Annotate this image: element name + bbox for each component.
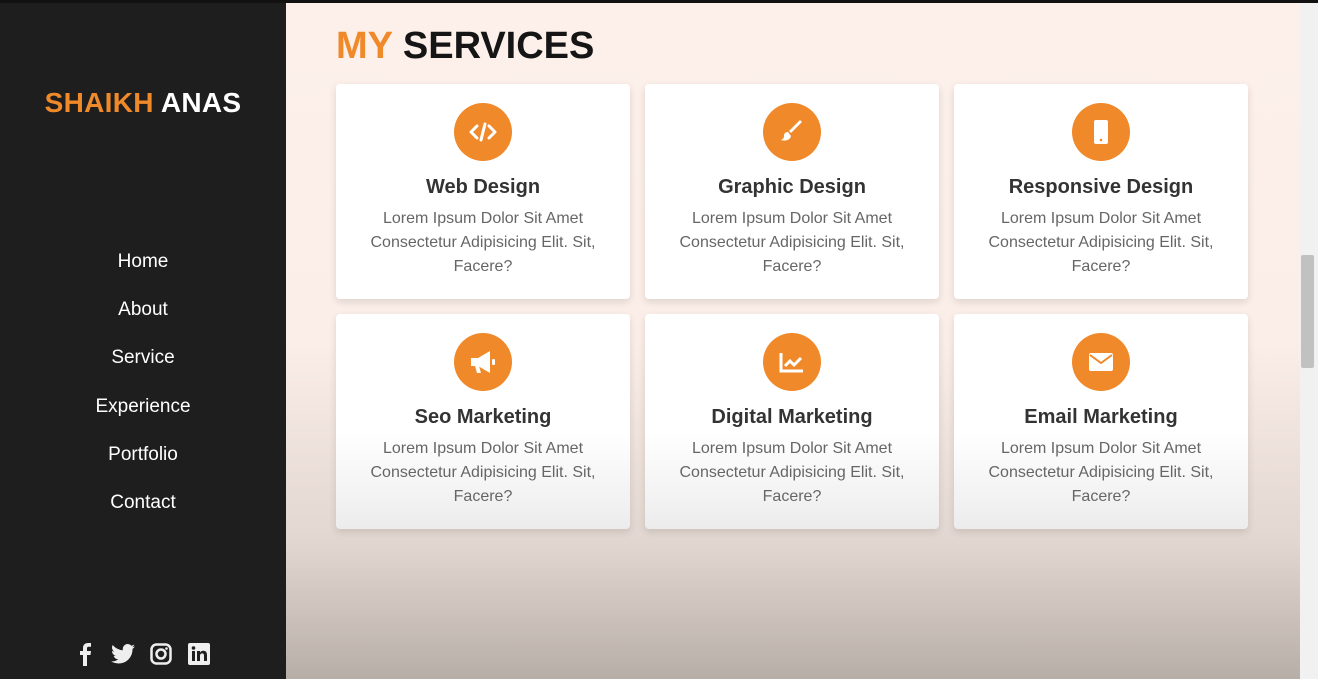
chart-icon	[763, 333, 821, 391]
service-title: Seo Marketing	[414, 406, 552, 428]
megaphone-icon	[454, 333, 512, 391]
scrollbar[interactable]	[1300, 3, 1318, 679]
nav-menu: Home About Service Experience Portfolio …	[0, 249, 286, 538]
service-card: Email Marketing Lorem Ipsum Dolor Sit Ame…	[954, 314, 1248, 529]
social-links	[72, 641, 212, 667]
nav-contact[interactable]: Contact	[0, 490, 286, 538]
services-grid: Web Design Lorem Ipsum Dolor Sit Amet Con…	[336, 84, 1248, 529]
instagram-icon[interactable]	[148, 641, 174, 667]
nav-service[interactable]: Service	[0, 345, 286, 393]
mobile-icon	[1072, 103, 1130, 161]
sidebar: SHAIKH ANAS Home About Service Experienc…	[0, 3, 286, 679]
nav-experience[interactable]: Experience	[0, 394, 286, 442]
service-text: Lorem Ipsum Dolor Sit Amet Consectetur A…	[679, 210, 905, 275]
nav-about[interactable]: About	[0, 297, 286, 345]
service-card: Seo Marketing Lorem Ipsum Dolor Sit Amet …	[336, 314, 630, 529]
service-text: Lorem Ipsum Dolor Sit Amet Consectetur A…	[370, 210, 596, 275]
service-title: Web Design	[425, 176, 541, 198]
nav-portfolio[interactable]: Portfolio	[0, 442, 286, 490]
service-text: Lorem Ipsum Dolor Sit Amet Consectetur A…	[370, 440, 596, 505]
service-title: Responsive Design	[1008, 176, 1194, 198]
service-card: Responsive Design Lorem Ipsum Dolor Sit A…	[954, 84, 1248, 299]
service-text: Lorem Ipsum Dolor Sit Amet Consectetur A…	[988, 210, 1214, 275]
linkedin-icon[interactable]	[186, 641, 212, 667]
nav-home[interactable]: Home	[0, 249, 286, 297]
code-icon	[454, 103, 512, 161]
facebook-icon[interactable]	[72, 641, 98, 667]
brush-icon	[763, 103, 821, 161]
twitter-icon[interactable]	[110, 641, 136, 667]
service-text: Lorem Ipsum Dolor Sit Amet Consectetur A…	[988, 440, 1214, 505]
section-title: MY SERVICES	[336, 25, 595, 67]
service-title: Email Marketing	[1024, 406, 1178, 428]
service-card: Graphic Design Lorem Ipsum Dolor Sit Amet…	[645, 84, 939, 299]
logo[interactable]: SHAIKH ANAS	[0, 87, 286, 119]
envelope-icon	[1072, 333, 1130, 391]
service-title: Graphic Design	[718, 176, 866, 198]
logo-first: SHAIKH	[44, 87, 154, 118]
service-title: Digital Marketing	[711, 406, 873, 428]
service-card: Digital Marketing Lorem Ipsum Dolor Sit A…	[645, 314, 939, 529]
services-section: MY SERVICES Web Design Lorem Ipsum Dolor …	[286, 3, 1300, 679]
service-card: Web Design Lorem Ipsum Dolor Sit Amet Con…	[336, 84, 630, 299]
service-text: Lorem Ipsum Dolor Sit Amet Consectetur A…	[679, 440, 905, 505]
scrollbar-thumb[interactable]	[1301, 255, 1314, 368]
logo-last: ANAS	[160, 87, 242, 118]
